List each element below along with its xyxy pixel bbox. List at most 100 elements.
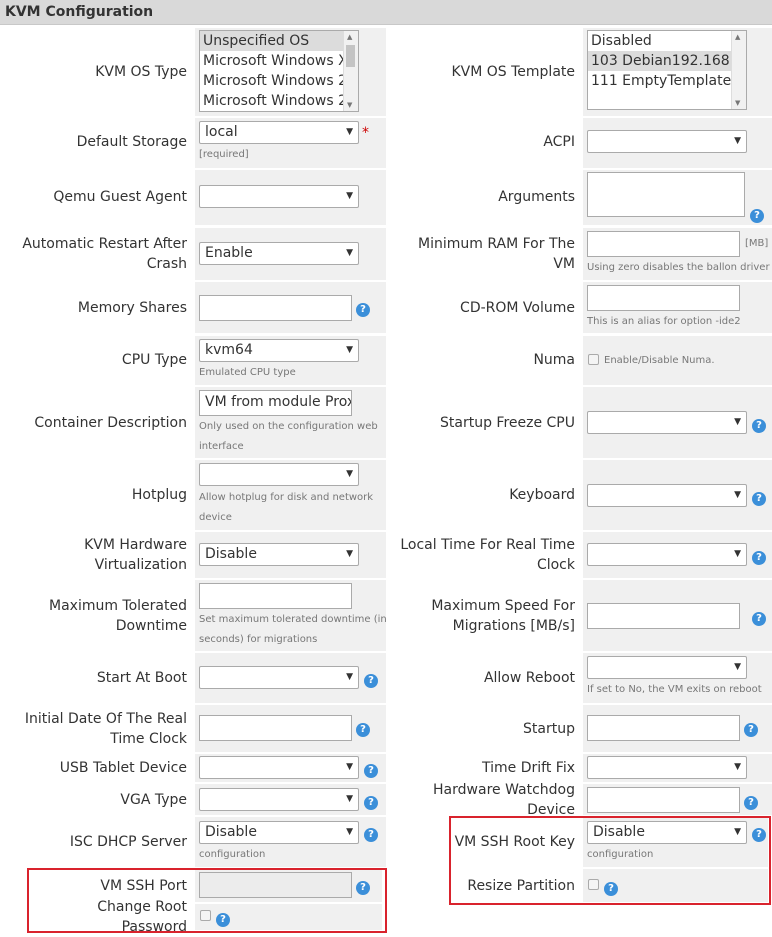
help-icon[interactable]: ? (364, 828, 378, 842)
initial-date-rtc-input[interactable] (199, 715, 352, 741)
list-option[interactable]: Microsoft Windows 20 (200, 91, 358, 111)
cpu-type-select[interactable]: kvm64 ▼ (199, 339, 359, 362)
label-min-ram: Minimum RAM For The VM (418, 236, 575, 272)
section-header: KVM Configuration (0, 0, 772, 25)
label-container-description: Container Description (34, 414, 187, 431)
label-isc-dhcp: ISC DHCP Server (69, 834, 187, 850)
time-drift-fix-select[interactable]: ▼ (587, 756, 747, 779)
local-time-rtc-select[interactable]: ▼ (587, 543, 747, 566)
label-acpi: ACPI (543, 134, 575, 150)
hotplug-select[interactable]: ▼ (199, 463, 359, 486)
scrollbar[interactable]: ▲ ▼ (343, 31, 358, 111)
keyboard-select[interactable]: ▼ (587, 484, 747, 507)
label-startup: Startup (523, 720, 575, 737)
section-title: KVM Configuration (5, 4, 154, 20)
field-hint: This is an alias for option -ide2 (587, 316, 741, 327)
chevron-down-icon: ▼ (346, 762, 353, 772)
select-value: Enable (205, 245, 253, 261)
scroll-thumb[interactable] (346, 45, 355, 67)
field-hint: configuration (199, 849, 266, 860)
label-automatic-restart: Automatic Restart After Crash (22, 236, 187, 272)
label-keyboard: Keyboard (509, 487, 575, 503)
label-numa: Numa (533, 352, 575, 368)
list-option[interactable]: Unspecified OS (200, 31, 358, 51)
help-icon[interactable]: ? (750, 209, 764, 223)
container-description-input[interactable]: VM from module Proxmox (199, 390, 352, 416)
cdrom-volume-input[interactable] (587, 285, 740, 311)
hw-watchdog-input[interactable] (587, 787, 740, 813)
chevron-down-icon: ▼ (734, 417, 741, 427)
scroll-down-icon[interactable]: ▼ (735, 99, 740, 107)
chevron-down-icon: ▼ (346, 345, 353, 355)
memory-shares-input[interactable] (199, 295, 352, 321)
field-hint: [required] (199, 149, 249, 160)
list-option[interactable]: 111 EmptyTemplate (588, 71, 746, 91)
scroll-down-icon[interactable]: ▼ (347, 101, 352, 109)
chevron-down-icon: ▼ (346, 127, 353, 137)
label-qemu-guest-agent: Qemu Guest Agent (53, 188, 187, 205)
label-vga-type: VGA Type (120, 791, 187, 808)
select-value: Disable (205, 824, 257, 840)
chevron-down-icon: ▼ (346, 469, 353, 479)
label-hotplug: Hotplug (131, 487, 187, 503)
usb-tablet-select[interactable]: ▼ (199, 756, 359, 779)
isc-dhcp-select[interactable]: Disable ▼ (199, 821, 359, 844)
default-storage-select[interactable]: local ▼ (199, 121, 359, 144)
help-icon[interactable]: ? (752, 551, 766, 565)
help-icon[interactable]: ? (752, 419, 766, 433)
help-icon[interactable]: ? (752, 612, 766, 626)
vga-type-select[interactable]: ▼ (199, 788, 359, 811)
start-at-boot-select[interactable]: ▼ (199, 666, 359, 689)
help-icon[interactable]: ? (744, 723, 758, 737)
max-tolerated-downtime-input[interactable] (199, 583, 352, 609)
help-icon[interactable]: ? (364, 674, 378, 688)
max-migration-speed-input[interactable] (587, 603, 740, 629)
scroll-up-icon[interactable]: ▲ (347, 33, 352, 41)
chevron-down-icon: ▼ (346, 549, 353, 559)
help-icon[interactable]: ? (752, 492, 766, 506)
scroll-up-icon[interactable]: ▲ (735, 33, 740, 41)
highlight-box-right (449, 816, 771, 905)
label-kvm-os-type: KVM OS Type (95, 64, 187, 80)
min-ram-input[interactable] (587, 231, 740, 257)
kvm-hw-virtualization-select[interactable]: Disable ▼ (199, 543, 359, 566)
label-time-drift-fix: Time Drift Fix (482, 760, 575, 776)
chevron-down-icon: ▼ (734, 136, 741, 146)
kvm-os-template-listbox[interactable]: Disabled 103 Debian192.168.1 111 EmptyTe… (587, 30, 747, 110)
label-max-migration-speed: Maximum Speed For Migrations [MB/s] (431, 597, 575, 634)
scrollbar[interactable]: ▲ ▼ (731, 31, 746, 109)
allow-reboot-select[interactable]: ▼ (587, 656, 747, 679)
label-initial-date-rtc: Initial Date Of The Real Time Clock (24, 710, 187, 747)
help-icon[interactable]: ? (364, 796, 378, 810)
label-cdrom-volume: CD-ROM Volume (460, 299, 575, 316)
arguments-textarea[interactable] (587, 172, 745, 217)
chevron-down-icon: ▼ (346, 191, 353, 201)
field-hint: seconds) for migrations (199, 634, 318, 645)
list-option[interactable]: Disabled (588, 31, 746, 51)
qemu-guest-agent-select[interactable]: ▼ (199, 185, 359, 208)
select-value: kvm64 (205, 342, 253, 358)
kvm-os-type-listbox[interactable]: Unspecified OS Microsoft Windows XP Micr… (199, 30, 359, 112)
chevron-down-icon: ▼ (346, 827, 353, 837)
help-icon[interactable]: ? (356, 723, 370, 737)
unit-label: [MB] (745, 238, 769, 249)
automatic-restart-select[interactable]: Enable ▼ (199, 242, 359, 265)
label-hw-watchdog: Hardware Watchdog Device (433, 781, 575, 818)
startup-freeze-cpu-select[interactable]: ▼ (587, 411, 747, 434)
list-option[interactable]: Microsoft Windows 20 (200, 71, 358, 91)
numa-checkbox[interactable] (588, 354, 599, 365)
field-hint: Emulated CPU type (199, 367, 296, 378)
startup-input[interactable] (587, 715, 740, 741)
label-arguments: Arguments (498, 188, 575, 205)
help-icon[interactable]: ? (744, 796, 758, 810)
acpi-select[interactable]: ▼ (587, 130, 747, 153)
chevron-down-icon: ▼ (734, 762, 741, 772)
label-local-time-rtc: Local Time For Real Time Clock (400, 537, 575, 573)
highlight-box-left (27, 868, 387, 933)
label-kvm-os-template: KVM OS Template (451, 64, 575, 80)
help-icon[interactable]: ? (364, 764, 378, 778)
chevron-down-icon: ▼ (346, 248, 353, 258)
list-option[interactable]: Microsoft Windows XP (200, 51, 358, 71)
help-icon[interactable]: ? (356, 303, 370, 317)
list-option[interactable]: 103 Debian192.168.1 (588, 51, 746, 71)
